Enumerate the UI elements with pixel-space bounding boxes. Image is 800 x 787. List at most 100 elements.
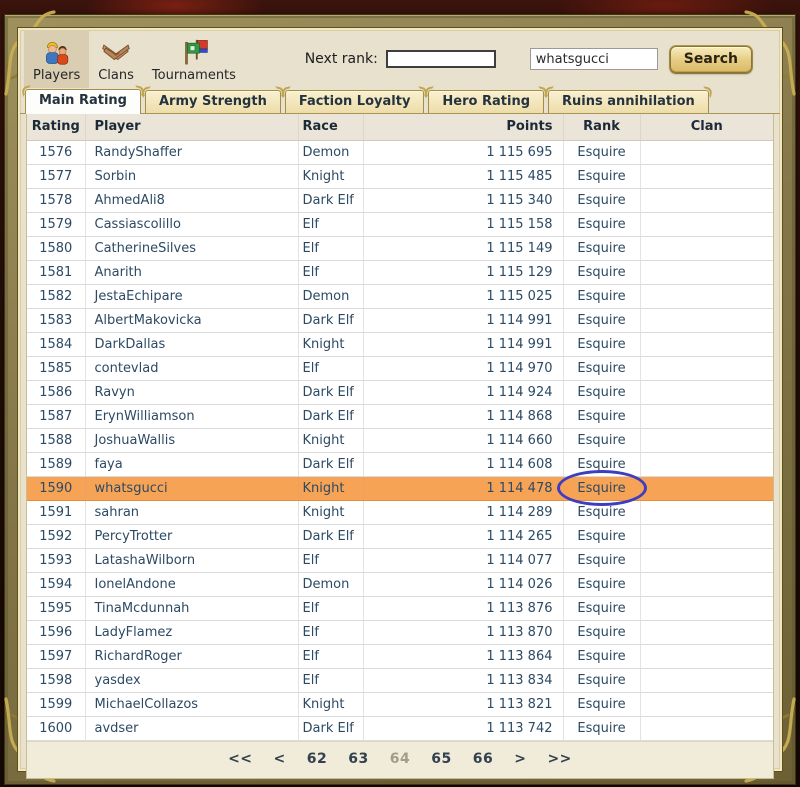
table-row: 1580CatherineSilvesElf1 115 149Esquire [27, 236, 773, 260]
race-cell: Dark Elf [298, 308, 363, 332]
rating-cell: 1594 [27, 572, 85, 596]
clan-cell [640, 524, 773, 548]
player-cell[interactable]: LadyFlamez [85, 620, 298, 644]
page-link[interactable]: 63 [348, 751, 368, 767]
player-cell[interactable]: whatsgucci [85, 476, 298, 500]
toolbar: PlayersClansTournaments Next rank: Searc… [20, 30, 780, 88]
race-cell: Dark Elf [298, 524, 363, 548]
table-row: 1600avdserDark Elf1 113 742Esquire [27, 716, 773, 740]
clan-cell [640, 428, 773, 452]
page-current: 64 [390, 751, 410, 767]
race-cell: Elf [298, 668, 363, 692]
rank-cell: Esquire [563, 572, 640, 596]
rating-cell: 1582 [27, 284, 85, 308]
next-rank-input[interactable] [386, 50, 496, 68]
race-cell: Elf [298, 596, 363, 620]
rating-table: Rating Player Race Points Rank Clan 1576… [27, 114, 773, 741]
rating-cell: 1592 [27, 524, 85, 548]
points-cell: 1 115 025 [363, 284, 563, 308]
rank-cell: Esquire [563, 692, 640, 716]
points-cell: 1 115 695 [363, 140, 563, 164]
player-cell[interactable]: ErynWilliamson [85, 404, 298, 428]
player-cell[interactable]: DarkDallas [85, 332, 298, 356]
player-cell[interactable]: JoshuaWallis [85, 428, 298, 452]
player-cell[interactable]: TinaMcdunnah [85, 596, 298, 620]
column-header-clan: Clan [640, 114, 773, 140]
rating-cell: 1577 [27, 164, 85, 188]
player-cell[interactable]: Sorbin [85, 164, 298, 188]
tab-main-rating[interactable]: Main Rating [25, 89, 141, 114]
clan-cell [640, 572, 773, 596]
rank-cell: Esquire [563, 476, 640, 500]
player-cell[interactable]: Ravyn [85, 380, 298, 404]
player-cell[interactable]: Anarith [85, 260, 298, 284]
clan-cell [640, 476, 773, 500]
points-cell: 1 114 991 [363, 332, 563, 356]
race-cell: Elf [298, 212, 363, 236]
rank-cell: Esquire [563, 140, 640, 164]
nav-item-clans[interactable]: Clans [89, 30, 143, 88]
rating-cell: 1587 [27, 404, 85, 428]
points-cell: 1 113 834 [363, 668, 563, 692]
table-row: 1579CassiascolilloElf1 115 158Esquire [27, 212, 773, 236]
column-header-player: Player [85, 114, 298, 140]
points-cell: 1 114 478 [363, 476, 563, 500]
clan-cell [640, 452, 773, 476]
rating-cell: 1586 [27, 380, 85, 404]
tab-ruins-annihilation[interactable]: Ruins annihilation [548, 90, 709, 113]
table-row: 1593LatashaWilbornElf1 114 077Esquire [27, 548, 773, 572]
table-row: 1598yasdexElf1 113 834Esquire [27, 668, 773, 692]
rating-cell: 1596 [27, 620, 85, 644]
rank-cell: Esquire [563, 188, 640, 212]
race-cell: Elf [298, 356, 363, 380]
clan-cell [640, 500, 773, 524]
players-icon [42, 37, 72, 67]
search-input[interactable] [530, 48, 658, 70]
player-cell[interactable]: yasdex [85, 668, 298, 692]
player-cell[interactable]: RandyShaffer [85, 140, 298, 164]
search-button[interactable]: Search [670, 46, 752, 73]
clan-cell [640, 332, 773, 356]
page-link[interactable]: 66 [473, 751, 493, 767]
player-cell[interactable]: faya [85, 452, 298, 476]
player-cell[interactable]: AlbertMakovicka [85, 308, 298, 332]
tab-faction-loyalty[interactable]: Faction Loyalty [285, 90, 425, 113]
race-cell: Knight [298, 500, 363, 524]
table-row: 1594IonelAndoneDemon1 114 026Esquire [27, 572, 773, 596]
nav-item-label: Tournaments [152, 68, 236, 83]
player-cell[interactable]: MichaelCollazos [85, 692, 298, 716]
points-cell: 1 113 870 [363, 620, 563, 644]
race-cell: Dark Elf [298, 380, 363, 404]
player-cell[interactable]: IonelAndone [85, 572, 298, 596]
player-cell[interactable]: PercyTrotter [85, 524, 298, 548]
player-cell[interactable]: CatherineSilves [85, 236, 298, 260]
tab-army-strength[interactable]: Army Strength [145, 90, 281, 113]
player-cell[interactable]: contevlad [85, 356, 298, 380]
clan-cell [640, 164, 773, 188]
player-cell[interactable]: AhmedAli8 [85, 188, 298, 212]
nav-item-tournaments[interactable]: Tournaments [143, 30, 245, 88]
race-cell: Dark Elf [298, 452, 363, 476]
page-link[interactable]: 65 [431, 751, 451, 767]
player-cell[interactable]: avdser [85, 716, 298, 740]
player-cell[interactable]: sahran [85, 500, 298, 524]
page-link[interactable]: > [514, 751, 526, 767]
rating-cell: 1589 [27, 452, 85, 476]
rank-cell: Esquire [563, 284, 640, 308]
nav-item-players[interactable]: Players [24, 30, 89, 88]
player-cell[interactable]: Cassiascolillo [85, 212, 298, 236]
player-cell[interactable]: LatashaWilborn [85, 548, 298, 572]
rating-cell: 1576 [27, 140, 85, 164]
page-link[interactable]: << [228, 751, 252, 767]
page-link[interactable]: >> [547, 751, 571, 767]
player-cell[interactable]: JestaEchipare [85, 284, 298, 308]
tab-hero-rating[interactable]: Hero Rating [428, 90, 544, 113]
rank-cell: Esquire [563, 524, 640, 548]
points-cell: 1 113 742 [363, 716, 563, 740]
page-link[interactable]: 62 [307, 751, 327, 767]
rank-cell: Esquire [563, 380, 640, 404]
table-row: 1597RichardRogerElf1 113 864Esquire [27, 644, 773, 668]
player-cell[interactable]: RichardRoger [85, 644, 298, 668]
rating-cell: 1588 [27, 428, 85, 452]
page-link[interactable]: < [274, 751, 286, 767]
